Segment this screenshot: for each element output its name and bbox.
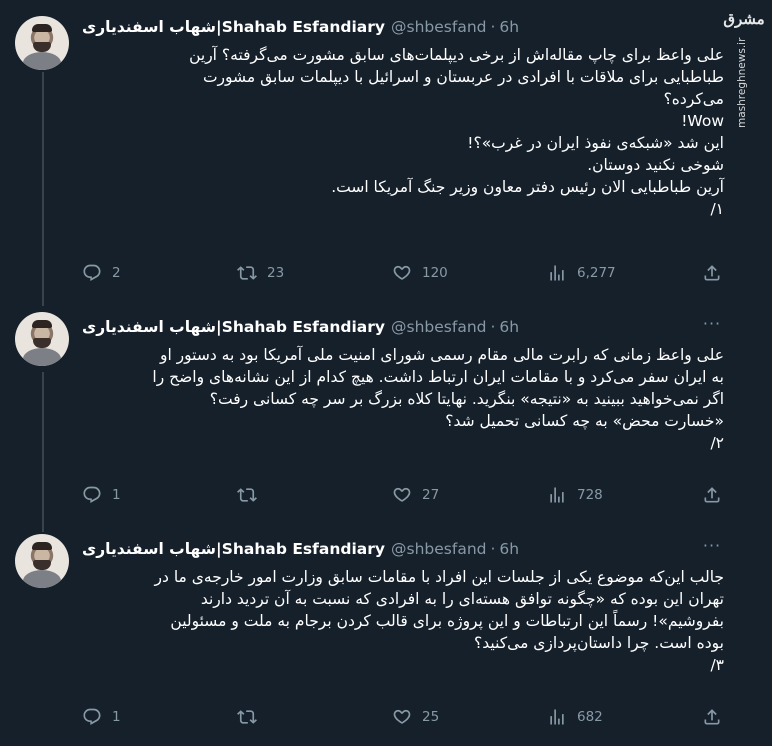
tweet-time[interactable]: 6h <box>499 540 519 558</box>
like-button[interactable]: 25 <box>392 707 547 727</box>
views-icon <box>550 709 564 725</box>
more-icon: ··· <box>702 536 722 555</box>
views-button[interactable]: 6,277 <box>547 263 702 283</box>
more-icon: ··· <box>702 314 722 333</box>
like-count: 27 <box>422 487 440 503</box>
share-icon <box>704 487 720 503</box>
retweet-icon <box>237 710 257 724</box>
share-button[interactable] <box>702 485 732 505</box>
more-options-button[interactable]: ··· <box>700 314 724 334</box>
avatar[interactable] <box>15 534 69 588</box>
reply-count: 1 <box>112 487 121 503</box>
tweet[interactable]: شهاب اسفندیاری|Shahab Esfandiary @shbesf… <box>0 518 772 746</box>
reply-button[interactable]: 1 <box>82 707 237 727</box>
views-count: 6,277 <box>577 265 616 281</box>
reply-icon <box>83 264 101 281</box>
like-button[interactable]: 27 <box>392 485 547 505</box>
author-handle[interactable]: @shbesfand <box>391 18 486 36</box>
tweet-text: علی واعظ زمانی که رابرت مالی مقام رسمی ش… <box>152 346 724 452</box>
share-button[interactable] <box>702 263 732 283</box>
more-options-button[interactable]: ··· <box>700 536 724 556</box>
tweet-header: شهاب اسفندیاری|Shahab Esfandiary @shbesf… <box>82 16 677 38</box>
like-icon <box>393 709 411 724</box>
like-button[interactable]: 120 <box>392 263 547 283</box>
tweet-header: شهاب اسفندیاری|Shahab Esfandiary @shbesf… <box>82 538 677 560</box>
views-button[interactable]: 728 <box>547 485 702 505</box>
retweet-icon <box>237 266 257 280</box>
views-icon <box>550 487 564 503</box>
avatar[interactable] <box>15 16 69 70</box>
author-name[interactable]: شهاب اسفندیاری|Shahab Esfandiary <box>82 18 385 36</box>
avatar[interactable] <box>15 312 69 366</box>
reply-icon <box>83 486 101 503</box>
tweet[interactable]: شهاب اسفندیاری|Shahab Esfandiary @shbesf… <box>0 0 772 296</box>
tweet[interactable]: شهاب اسفندیاری|Shahab Esfandiary @shbesf… <box>0 296 772 518</box>
retweet-button[interactable]: 23 <box>237 263 392 283</box>
reply-button[interactable]: 1 <box>82 485 237 505</box>
share-icon <box>704 265 720 281</box>
tweet-time[interactable]: 6h <box>499 318 519 336</box>
author-name[interactable]: شهاب اسفندیاری|Shahab Esfandiary <box>82 540 385 558</box>
share-button[interactable] <box>702 707 732 727</box>
retweet-count: 23 <box>267 265 285 281</box>
retweet-button[interactable] <box>237 707 392 727</box>
tweet-text: علی واعظ برای چاپ مقاله‌اش از برخی دیپلم… <box>189 46 724 218</box>
views-button[interactable]: 682 <box>547 707 702 727</box>
reply-count: 2 <box>112 265 121 281</box>
reply-icon <box>83 708 101 725</box>
author-handle[interactable]: @shbesfand <box>391 540 486 558</box>
reply-count: 1 <box>112 709 121 725</box>
views-count: 682 <box>577 709 603 725</box>
reply-button[interactable]: 2 <box>82 263 237 283</box>
tweet-actions: 2 23 120 6,277 <box>82 263 732 283</box>
retweet-icon <box>237 488 257 502</box>
separator-dot: · <box>490 318 496 336</box>
tweet-text: جالب این‌که موضوع یکی از جلسات این افراد… <box>154 568 724 674</box>
separator-dot: · <box>490 540 496 558</box>
views-count: 728 <box>577 487 603 503</box>
like-count: 120 <box>422 265 448 281</box>
like-icon <box>393 487 411 502</box>
like-icon <box>393 265 411 280</box>
author-name[interactable]: شهاب اسفندیاری|Shahab Esfandiary <box>82 318 385 336</box>
tweet-time[interactable]: 6h <box>499 18 519 36</box>
share-icon <box>704 709 720 725</box>
views-icon <box>550 265 564 281</box>
tweet-header: شهاب اسفندیاری|Shahab Esfandiary @shbesf… <box>82 316 677 338</box>
author-handle[interactable]: @shbesfand <box>391 318 486 336</box>
separator-dot: · <box>490 18 496 36</box>
tweet-actions: 1 27 728 <box>82 485 732 505</box>
like-count: 25 <box>422 709 440 725</box>
retweet-button[interactable] <box>237 485 392 505</box>
tweet-actions: 1 25 682 <box>82 707 732 727</box>
